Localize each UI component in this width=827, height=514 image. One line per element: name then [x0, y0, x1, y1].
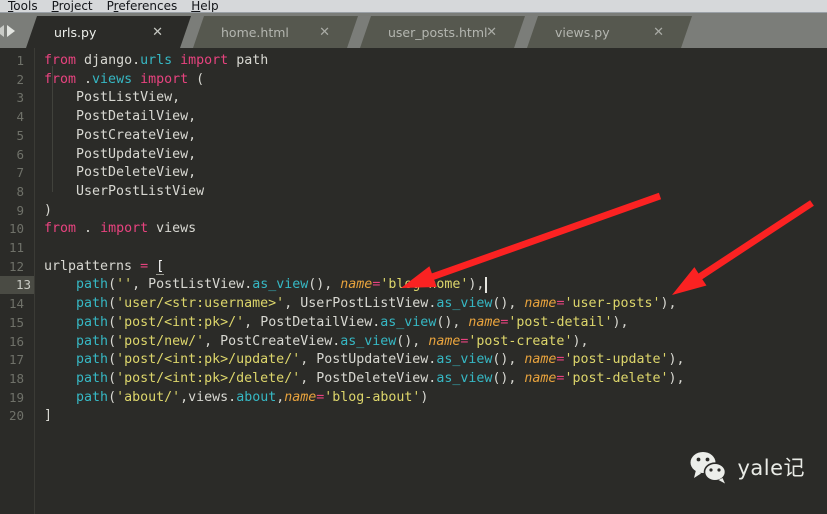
code-line-3[interactable]: PostListView,: [44, 89, 180, 107]
menu-label: ools: [13, 0, 38, 13]
menu-label: eferences: [118, 0, 178, 13]
code-line-7[interactable]: PostDeleteView,: [44, 164, 196, 182]
code-line-10[interactable]: from . import views: [44, 220, 196, 238]
line-number-19: 19: [8, 389, 24, 405]
line-number-11: 11: [8, 240, 24, 255]
line-number-17: 17: [8, 352, 24, 368]
line-number-2: 2: [16, 71, 24, 87]
line-number-10: 10: [8, 221, 24, 237]
editor-tab-views-py[interactable]: views.py ✕: [527, 16, 692, 48]
wechat-icon: [690, 452, 727, 484]
code-line-4[interactable]: PostDetailView,: [44, 108, 196, 126]
line-number-15: 15: [8, 314, 24, 330]
code-line-9[interactable]: ): [44, 202, 52, 220]
code-content[interactable]: from django.urls import path from .views …: [44, 48, 827, 514]
menu-item-tools[interactable]: Tools: [4, 0, 48, 12]
code-line-6[interactable]: PostUpdateView,: [44, 146, 196, 164]
menu-item-project[interactable]: Project: [48, 0, 103, 12]
editor-tab-user-posts-html[interactable]: user_posts.html ✕: [360, 16, 525, 48]
code-line-17[interactable]: path('post/<int:pk>/update/', PostUpdate…: [44, 351, 685, 369]
editor-tab-bar: urls.py ✕ home.html ✕ user_posts.html ✕ views.…: [0, 13, 827, 48]
line-number-16: 16: [8, 333, 24, 349]
menu-label: elp: [200, 0, 219, 13]
watermark: yale记: [689, 450, 805, 484]
code-editor[interactable]: 1 2 3 4 5 6 7 8 9 10 11 12 13 14 15 16 17 18 19 20 from dja…: [0, 48, 827, 514]
menu-mnemonic: H: [191, 0, 201, 13]
tab-background: [26, 16, 191, 48]
menu-item-preferences[interactable]: Preferences: [103, 0, 188, 12]
line-number-9: 9: [16, 202, 24, 218]
code-line-18[interactable]: path('post/<int:pk>/delete/', PostDelete…: [44, 370, 685, 388]
code-line-20[interactable]: ]: [44, 407, 52, 425]
code-line-15[interactable]: path('post/<int:pk>/', PostDetailView.as…: [44, 314, 628, 332]
code-line-5[interactable]: PostCreateView,: [44, 127, 196, 145]
menu-label-pre: P: [106, 0, 114, 13]
tab-label: home.html: [221, 24, 289, 40]
code-line-1[interactable]: from django.urls import path: [44, 52, 268, 70]
watermark-text: yale记: [737, 456, 805, 480]
tab-label: user_posts.html: [388, 24, 488, 40]
line-number-1: 1: [16, 53, 24, 68]
tab-close-icon[interactable]: ✕: [653, 26, 664, 39]
line-number-18: 18: [8, 370, 24, 386]
code-line-2[interactable]: from .views import (: [44, 71, 204, 89]
code-line-19[interactable]: path('about/',views.about,name='blog-abo…: [44, 389, 428, 407]
line-number-13: 13: [0, 276, 34, 295]
code-line-13[interactable]: path('', PostListView.as_view(), name='b…: [44, 276, 484, 294]
line-number-3: 3: [16, 90, 24, 106]
triangle-left-icon[interactable]: [0, 25, 4, 37]
code-line-14[interactable]: path('user/<str:username>', UserPostList…: [44, 295, 677, 313]
code-line-16[interactable]: path('post/new/', PostCreateView.as_view…: [44, 333, 588, 351]
tab-close-icon[interactable]: ✕: [319, 26, 330, 39]
line-number-20: 20: [8, 408, 24, 424]
menu-mnemonic: P: [51, 0, 59, 13]
text-caret: [485, 277, 487, 294]
editor-tab-home-html[interactable]: home.html ✕: [193, 16, 358, 48]
line-number-7: 7: [16, 165, 24, 181]
line-number-6: 6: [16, 146, 24, 162]
editor-tab-urls-py[interactable]: urls.py ✕: [26, 16, 191, 48]
code-line-8[interactable]: UserPostListView: [44, 183, 204, 201]
tab-close-icon[interactable]: ✕: [486, 26, 497, 39]
code-line-12[interactable]: urlpatterns = [: [44, 258, 165, 276]
tab-label: views.py: [555, 24, 610, 40]
line-number-4: 4: [16, 109, 24, 125]
line-number-5: 5: [16, 127, 24, 143]
line-number-12: 12: [8, 258, 24, 274]
line-number-gutter: 1 2 3 4 5 6 7 8 9 10 11 12 13 14 15 16 17 18 19 20: [0, 48, 34, 514]
line-number-14: 14: [8, 296, 24, 312]
menu-bar: Tools Project Preferences Help: [0, 0, 827, 13]
menu-item-help[interactable]: Help: [187, 0, 228, 12]
tab-label: urls.py: [54, 24, 97, 40]
menu-label: roject: [58, 0, 93, 13]
tab-close-icon[interactable]: ✕: [152, 26, 163, 39]
triangle-right-icon[interactable]: [7, 25, 15, 37]
gutter-divider: [34, 48, 35, 514]
line-number-8: 8: [16, 183, 24, 199]
